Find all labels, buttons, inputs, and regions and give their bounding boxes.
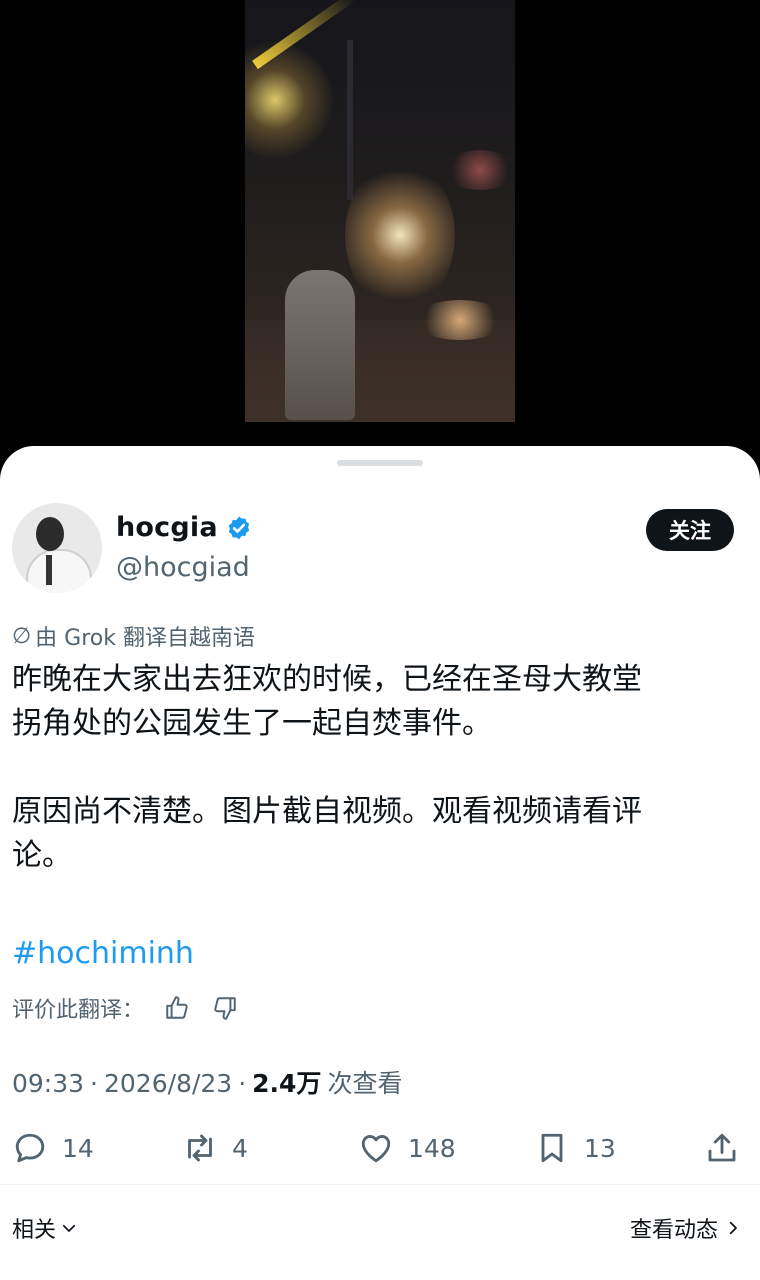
share-button[interactable]	[704, 1126, 740, 1170]
video-thumbnail[interactable]	[245, 0, 515, 422]
share-icon	[708, 1133, 736, 1162]
repost-button[interactable]: 4	[182, 1126, 248, 1170]
display-name-text: hocgia	[116, 512, 218, 543]
divider	[0, 1184, 760, 1185]
tweet-line: 拐角处的公园发生了一起自焚事件。	[12, 706, 492, 741]
translation-attribution[interactable]: ∅ 由 Grok 翻译自越南语	[12, 620, 255, 652]
video-scene-figure	[285, 270, 355, 420]
reply-icon	[15, 1133, 45, 1163]
related-dropdown[interactable]: 相关	[12, 1212, 78, 1244]
views-count[interactable]: 2.4万	[252, 1064, 321, 1100]
video-scene-red-light	[445, 150, 515, 190]
reply-count: 14	[62, 1133, 94, 1163]
repost-count: 4	[232, 1133, 248, 1163]
tweet-text: 昨晚在大家出去狂欢的时候，已经在圣母大教堂 拐角处的公园发生了一起自焚事件。 原…	[12, 658, 742, 878]
follow-button[interactable]: 关注	[646, 509, 734, 551]
bookmark-icon	[541, 1133, 563, 1163]
chevron-down-icon	[62, 1224, 76, 1232]
thumbs-down-icon[interactable]	[210, 993, 240, 1023]
tweet-line: 昨晚在大家出去狂欢的时候，已经在圣母大教堂	[12, 662, 642, 697]
tweet-meta: 09:33 · 2026/8/23 · 2.4万 次查看	[12, 1064, 402, 1100]
meta-separator: ·	[90, 1069, 98, 1098]
video-scene-fire-glow	[345, 160, 455, 310]
video-scene-streetlight	[245, 40, 335, 160]
like-button[interactable]: 148	[358, 1126, 456, 1170]
user-display-name[interactable]: hocgia	[116, 512, 252, 543]
tweet-line: 论。	[12, 838, 72, 873]
avatar-tie	[46, 555, 52, 585]
video-scene-candles	[415, 300, 505, 340]
user-handle[interactable]: @hocgiad	[116, 552, 250, 583]
thumbs-up-icon[interactable]	[162, 993, 192, 1023]
sheet-grabber[interactable]	[337, 460, 423, 466]
translation-label: 由 Grok 翻译自越南语	[35, 626, 255, 651]
related-label: 相关	[12, 1218, 57, 1243]
reply-button[interactable]: 14	[12, 1126, 94, 1170]
view-activity-label: 查看动态	[629, 1218, 718, 1243]
rate-translation: 评价此翻译：	[12, 992, 240, 1024]
avatar-body	[26, 549, 92, 593]
bookmark-count: 13	[584, 1133, 616, 1163]
avatar-head	[36, 517, 64, 551]
hashtag-link[interactable]: #hochiminh	[12, 936, 194, 971]
chevron-right-icon	[729, 1221, 737, 1235]
meta-separator: ·	[238, 1069, 247, 1098]
media-area	[0, 0, 760, 460]
repost-icon	[188, 1134, 212, 1162]
tweet-line: 原因尚不清楚。图片截自视频。观看视频请看评	[12, 794, 642, 829]
view-activity-link[interactable]: 查看动态	[630, 1212, 742, 1244]
heart-icon	[361, 1135, 391, 1163]
translate-slash-icon: ∅	[12, 623, 32, 649]
avatar[interactable]	[12, 503, 102, 593]
like-count: 148	[408, 1133, 456, 1163]
verified-badge-icon	[228, 516, 249, 539]
tweet-actions: 14 4 148 13	[12, 1126, 742, 1170]
views-suffix: 次查看	[327, 1069, 403, 1098]
tweet-sheet: hocgia @hocgiad 关注 ∅ 由 Grok 翻译自越南语 昨晚在大家…	[0, 446, 760, 1280]
video-scene-pole	[347, 40, 353, 200]
rate-translation-label: 评价此翻译：	[12, 998, 145, 1023]
tweet-time[interactable]: 09:33	[12, 1069, 84, 1098]
bookmark-button[interactable]: 13	[534, 1126, 616, 1170]
tweet-date[interactable]: 2026/8/23	[104, 1069, 232, 1098]
